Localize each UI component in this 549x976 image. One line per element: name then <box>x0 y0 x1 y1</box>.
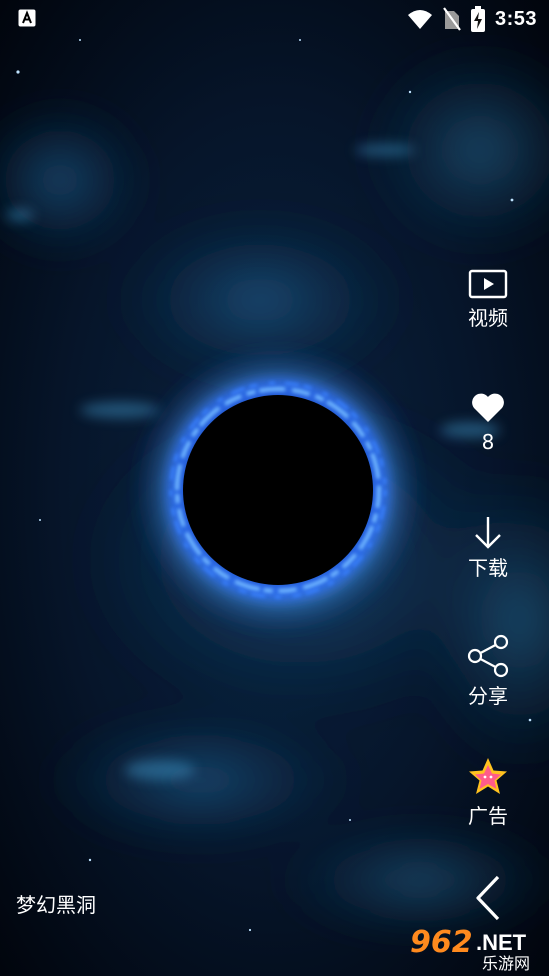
app-notification-icon <box>18 9 36 27</box>
status-icons: 3:53 <box>407 4 537 34</box>
like-count: 8 <box>481 430 495 454</box>
play-video-icon <box>468 269 508 299</box>
like-button[interactable]: 8 <box>448 392 528 454</box>
status-time: 3:53 <box>494 7 537 30</box>
video-label: 视频 <box>468 306 508 330</box>
share-label: 分享 <box>468 684 508 708</box>
ad-label: 广告 <box>468 804 508 828</box>
wallpaper-title: 梦幻黑洞 <box>16 893 96 917</box>
watermark-subtitle: 乐游网 <box>482 954 530 972</box>
battery-charging-icon <box>470 6 485 32</box>
download-label: 下载 <box>468 556 508 580</box>
ad-button[interactable]: 广告 <box>448 756 528 828</box>
share-icon <box>467 634 509 678</box>
chevron-left-icon[interactable] <box>470 873 506 923</box>
star-badge-icon <box>469 758 507 794</box>
wifi-icon <box>407 10 432 29</box>
download-arrow-icon <box>475 517 501 549</box>
no-sim-icon <box>443 7 461 31</box>
watermark-number: 962 <box>410 925 473 960</box>
video-button[interactable]: 视频 <box>448 266 528 330</box>
site-watermark-logo: 962 .NET 乐游网 <box>410 925 530 972</box>
share-button[interactable]: 分享 <box>448 634 528 708</box>
black-hole-wallpaper <box>0 0 549 976</box>
watermark-suffix: .NET <box>476 930 527 955</box>
heart-icon <box>472 393 504 422</box>
status-bar: 3:53 <box>0 0 549 40</box>
download-button[interactable]: 下载 <box>448 514 528 580</box>
